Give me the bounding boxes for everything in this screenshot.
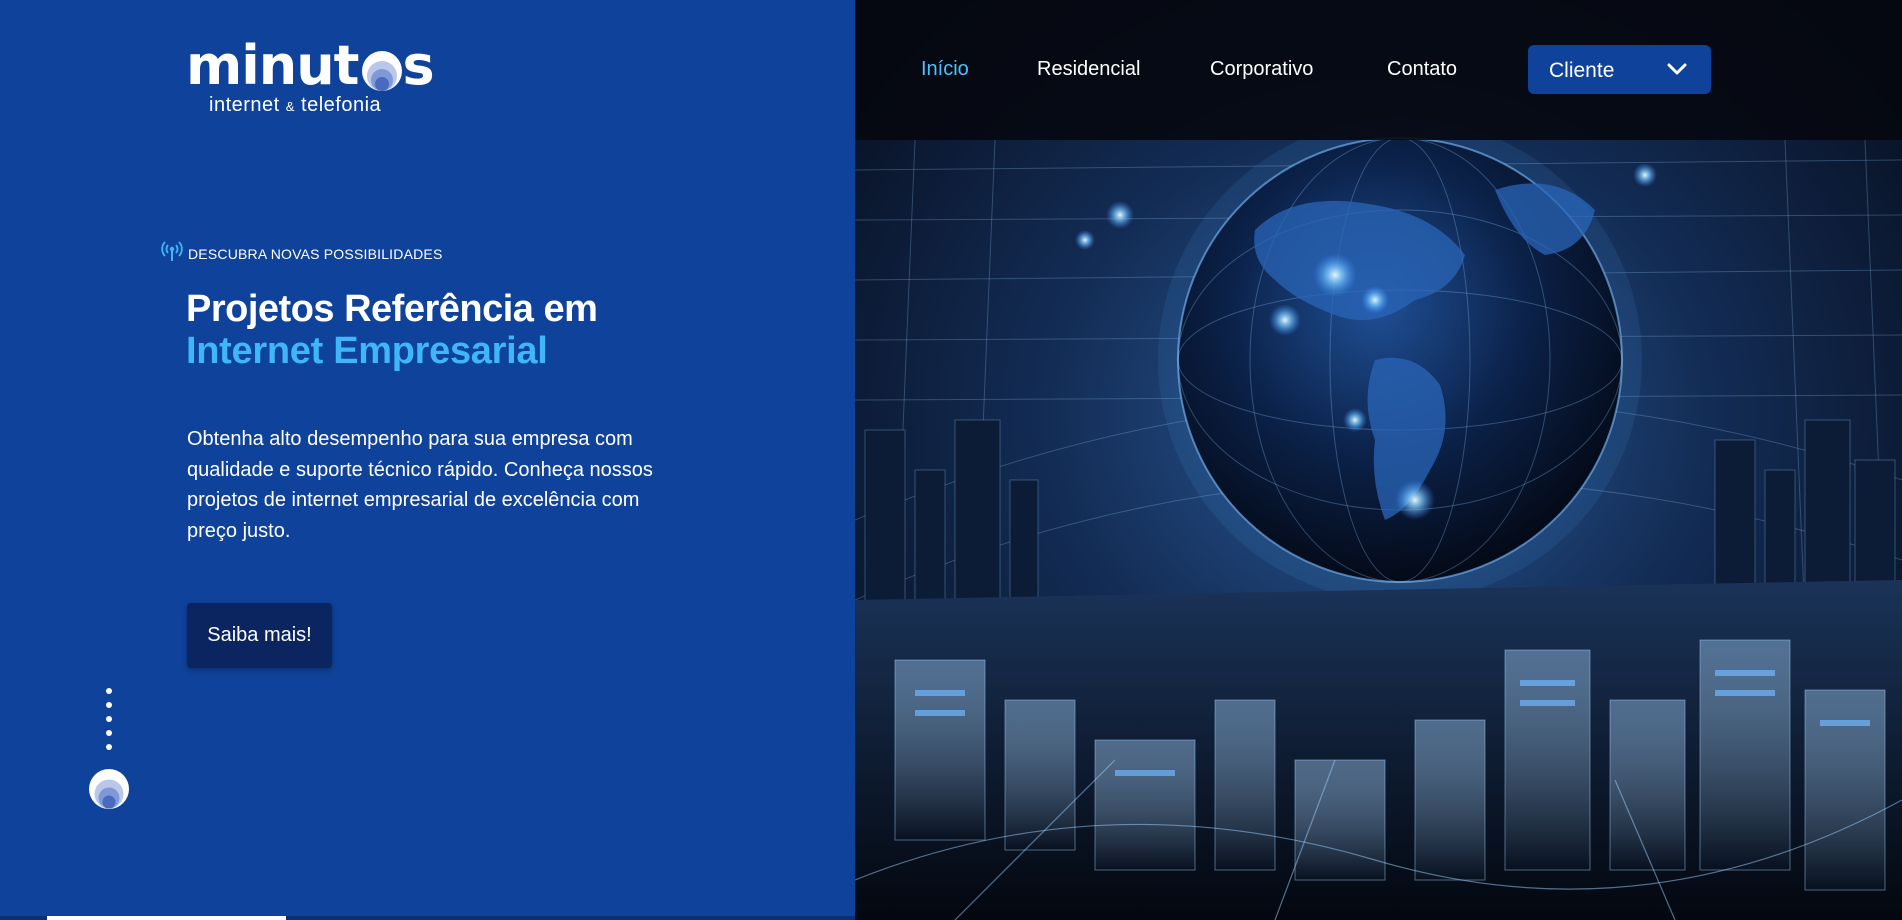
- hero-headline: Projetos Referência em Internet Empresar…: [186, 288, 746, 372]
- nav-link-corporativo[interactable]: Corporativo: [1210, 58, 1313, 81]
- nav-link-contato[interactable]: Contato: [1387, 58, 1457, 81]
- hero-image-panel: Início Residencial Corporativo Contato C…: [855, 0, 1902, 920]
- client-dropdown[interactable]: Cliente: [1528, 45, 1711, 94]
- logo-word-end: s: [402, 34, 434, 97]
- scroll-dot: [106, 688, 112, 694]
- broadcast-antenna-icon: [161, 241, 183, 261]
- scroll-dot: [106, 716, 112, 722]
- nav-link-residencial[interactable]: Residencial: [1037, 58, 1140, 81]
- slider-progress-fill: [47, 916, 287, 920]
- scroll-down-logo-icon: [89, 769, 129, 809]
- scroll-dot: [106, 730, 112, 736]
- tagline-telefonia: telefonia: [301, 94, 382, 116]
- scroll-dot: [106, 702, 112, 708]
- scroll-dot: [106, 744, 112, 750]
- nav-link-inicio[interactable]: Início: [921, 58, 969, 81]
- hero-text-panel: minut s internet & telefonia DESCUBRA NO…: [0, 0, 855, 920]
- logo-tagline: internet & telefonia: [209, 94, 381, 117]
- hero-description: Obtenha alto desempenho para sua empresa…: [187, 428, 653, 542]
- slider-progress-bar[interactable]: [0, 916, 855, 920]
- brand-logo[interactable]: minut s internet & telefonia: [186, 34, 435, 120]
- logo-o-icon: [362, 51, 402, 91]
- scroll-indicator[interactable]: [87, 688, 131, 812]
- headline-line-2: Internet Empresarial: [186, 330, 548, 372]
- logo-word-start: minut: [186, 34, 359, 97]
- client-dropdown-label: Cliente: [1549, 59, 1615, 82]
- eyebrow-text: DESCUBRA NOVAS POSSIBILIDADES: [188, 246, 443, 262]
- page: minut s internet & telefonia DESCUBRA NO…: [0, 0, 1902, 920]
- hero-eyebrow: DESCUBRA NOVAS POSSIBILIDADES: [160, 240, 443, 262]
- chevron-down-icon: [1667, 63, 1687, 75]
- top-navigation: Início Residencial Corporativo Contato C…: [855, 0, 1902, 140]
- saiba-mais-button[interactable]: Saiba mais!: [187, 603, 332, 668]
- headline-line-1: Projetos Referência em: [186, 288, 598, 330]
- tagline-ampersand: &: [285, 99, 295, 114]
- tagline-internet: internet: [209, 94, 280, 116]
